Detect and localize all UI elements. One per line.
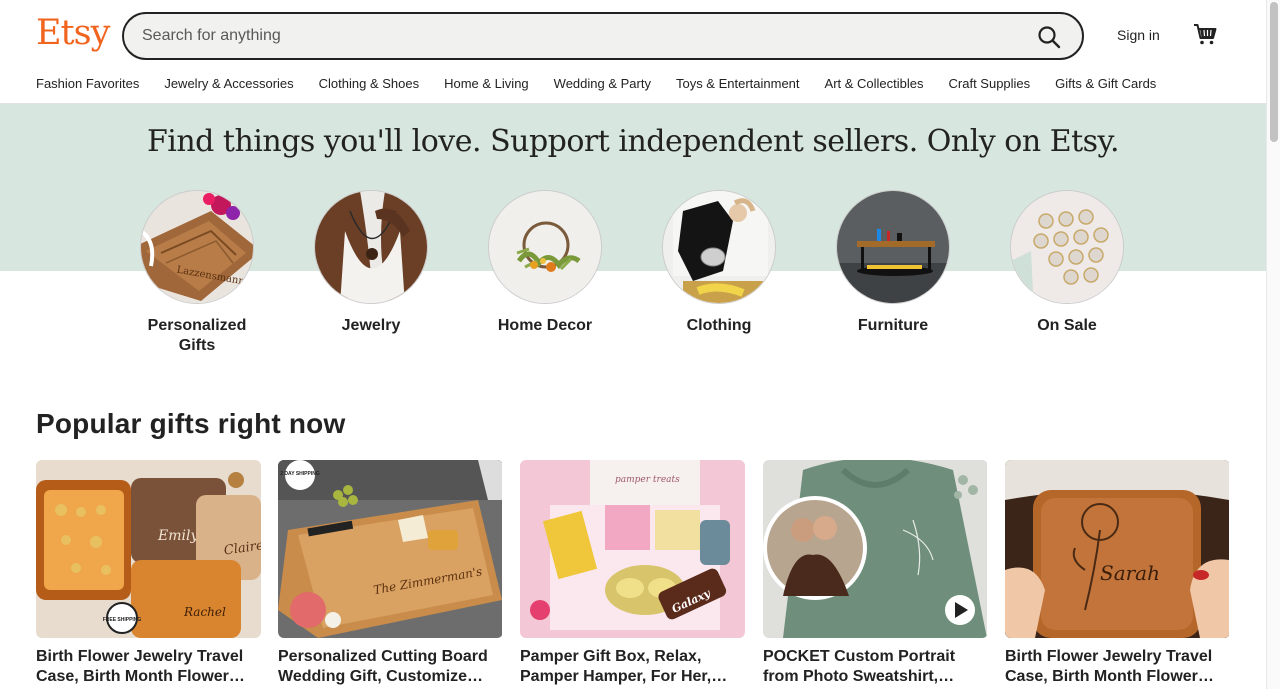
product-title-line: Pamper Gift Box, Relax, xyxy=(520,648,702,665)
category-label: Home Decor xyxy=(458,316,632,336)
hero-title: Find things you'll love. Support indepen… xyxy=(146,124,1120,159)
product-card[interactable]: Emily Claire Rachel FREE SHIPPING Birth … xyxy=(36,460,261,687)
product-title: Pamper Gift Box, Relax, Pamper Hamper, F… xyxy=(520,647,745,687)
product-title: Birth Flower Jewelry Travel Case, Birth … xyxy=(36,647,261,687)
search-input[interactable] xyxy=(142,24,1002,48)
nav-fashion-favorites[interactable]: Fashion Favorites xyxy=(36,76,139,94)
popular-gifts-heading: Popular gifts right now xyxy=(36,408,346,439)
sign-in-link[interactable]: Sign in xyxy=(1117,27,1160,43)
product-title-line: Birth Flower Jewelry Travel xyxy=(36,648,244,665)
category-image xyxy=(1010,190,1124,304)
product-title-line: Pamper Hamper, For Her,… xyxy=(520,668,728,685)
product-image: Emily Claire Rachel FREE SHIPPING xyxy=(36,460,261,638)
etsy-logo[interactable]: Etsy xyxy=(36,13,110,53)
scrollbar-thumb[interactable] xyxy=(1270,2,1278,142)
product-card[interactable]: pamper treats Galaxy Pamper Gift Box, Re… xyxy=(520,460,745,687)
nav-jewelry-accessories[interactable]: Jewelry & Accessories xyxy=(164,76,293,94)
play-video-icon[interactable] xyxy=(945,595,975,625)
category-label-line: Furniture xyxy=(857,317,929,334)
category-nav: Fashion Favorites Jewelry & Accessories … xyxy=(36,76,1156,94)
category-label-line: Clothing xyxy=(686,317,752,334)
product-title: Birth Flower Jewelry Travel Case, Birth … xyxy=(1005,647,1230,687)
product-engraving-text: Rachel xyxy=(183,605,226,619)
product-card[interactable]: The Zimmerman's 2 DAY SHIPPING Personali… xyxy=(278,460,503,687)
category-label: Personalized Gifts xyxy=(110,316,284,356)
site-header: Etsy Sign in Fashion Favorites Jewelry &… xyxy=(0,0,1266,104)
category-image xyxy=(488,190,602,304)
category-clothing[interactable]: Clothing xyxy=(632,190,806,336)
category-label: On Sale xyxy=(980,316,1154,336)
category-personalized-gifts[interactable]: Lazzensmann Personalized Gifts xyxy=(110,190,284,356)
product-title: POCKET Custom Portrait from Photo Sweats… xyxy=(763,647,988,687)
search-icon[interactable] xyxy=(1036,24,1062,50)
search-bar[interactable] xyxy=(122,12,1084,60)
nav-gifts-gift-cards[interactable]: Gifts & Gift Cards xyxy=(1055,76,1156,94)
two-day-shipping-badge: 2 DAY SHIPPING xyxy=(280,471,320,477)
category-label-line: Personalized xyxy=(147,317,247,334)
product-card[interactable]: POCKET Custom Portrait from Photo Sweats… xyxy=(763,460,988,687)
nav-art-collectibles[interactable]: Art & Collectibles xyxy=(825,76,924,94)
category-on-sale[interactable]: On Sale xyxy=(980,190,1154,336)
category-image: Lazzensmann xyxy=(140,190,254,304)
category-furniture[interactable]: Furniture xyxy=(806,190,980,336)
free-shipping-badge: FREE SHIPPING xyxy=(103,617,142,623)
nav-toys-entertainment[interactable]: Toys & Entertainment xyxy=(676,76,800,94)
category-label-line: Gifts xyxy=(178,337,216,354)
product-title-line: Wedding Gift, Customize… xyxy=(278,668,484,685)
product-image: The Zimmerman's 2 DAY SHIPPING xyxy=(278,460,503,638)
category-label: Clothing xyxy=(632,316,806,336)
product-title-line: Case, Birth Month Flower… xyxy=(1005,668,1214,685)
category-home-decor[interactable]: Home Decor xyxy=(458,190,632,336)
product-package-text: pamper treats xyxy=(615,475,680,485)
cart-icon[interactable] xyxy=(1192,21,1218,47)
product-engraving-text: Sarah xyxy=(1100,561,1160,585)
category-image xyxy=(314,190,428,304)
product-image: pamper treats Galaxy xyxy=(520,460,745,638)
nav-home-living[interactable]: Home & Living xyxy=(444,76,529,94)
product-title: Personalized Cutting Board Wedding Gift,… xyxy=(278,647,503,687)
nav-clothing-shoes[interactable]: Clothing & Shoes xyxy=(319,76,419,94)
category-label: Jewelry xyxy=(284,316,458,336)
product-title-line: Case, Birth Month Flower… xyxy=(36,668,245,685)
nav-craft-supplies[interactable]: Craft Supplies xyxy=(949,76,1031,94)
page-scrollbar[interactable] xyxy=(1266,0,1280,689)
category-label-line: On Sale xyxy=(1037,317,1097,334)
category-label-line: Jewelry xyxy=(341,317,401,334)
product-title-line: from Photo Sweatshirt,… xyxy=(763,668,955,685)
category-label-line: Home Decor xyxy=(497,317,593,334)
product-title-line: Personalized Cutting Board xyxy=(278,648,488,665)
category-image xyxy=(836,190,950,304)
nav-wedding-party[interactable]: Wedding & Party xyxy=(554,76,651,94)
product-image: Sarah xyxy=(1005,460,1230,638)
product-image xyxy=(763,460,988,638)
product-engraving-text: Emily xyxy=(157,528,199,544)
product-card[interactable]: Sarah Birth Flower Jewelry Travel Case, … xyxy=(1005,460,1230,687)
product-title-line: Birth Flower Jewelry Travel xyxy=(1005,648,1213,665)
category-label: Furniture xyxy=(806,316,980,336)
product-title-line: POCKET Custom Portrait xyxy=(763,648,956,665)
category-jewelry[interactable]: Jewelry xyxy=(284,190,458,336)
category-image xyxy=(662,190,776,304)
